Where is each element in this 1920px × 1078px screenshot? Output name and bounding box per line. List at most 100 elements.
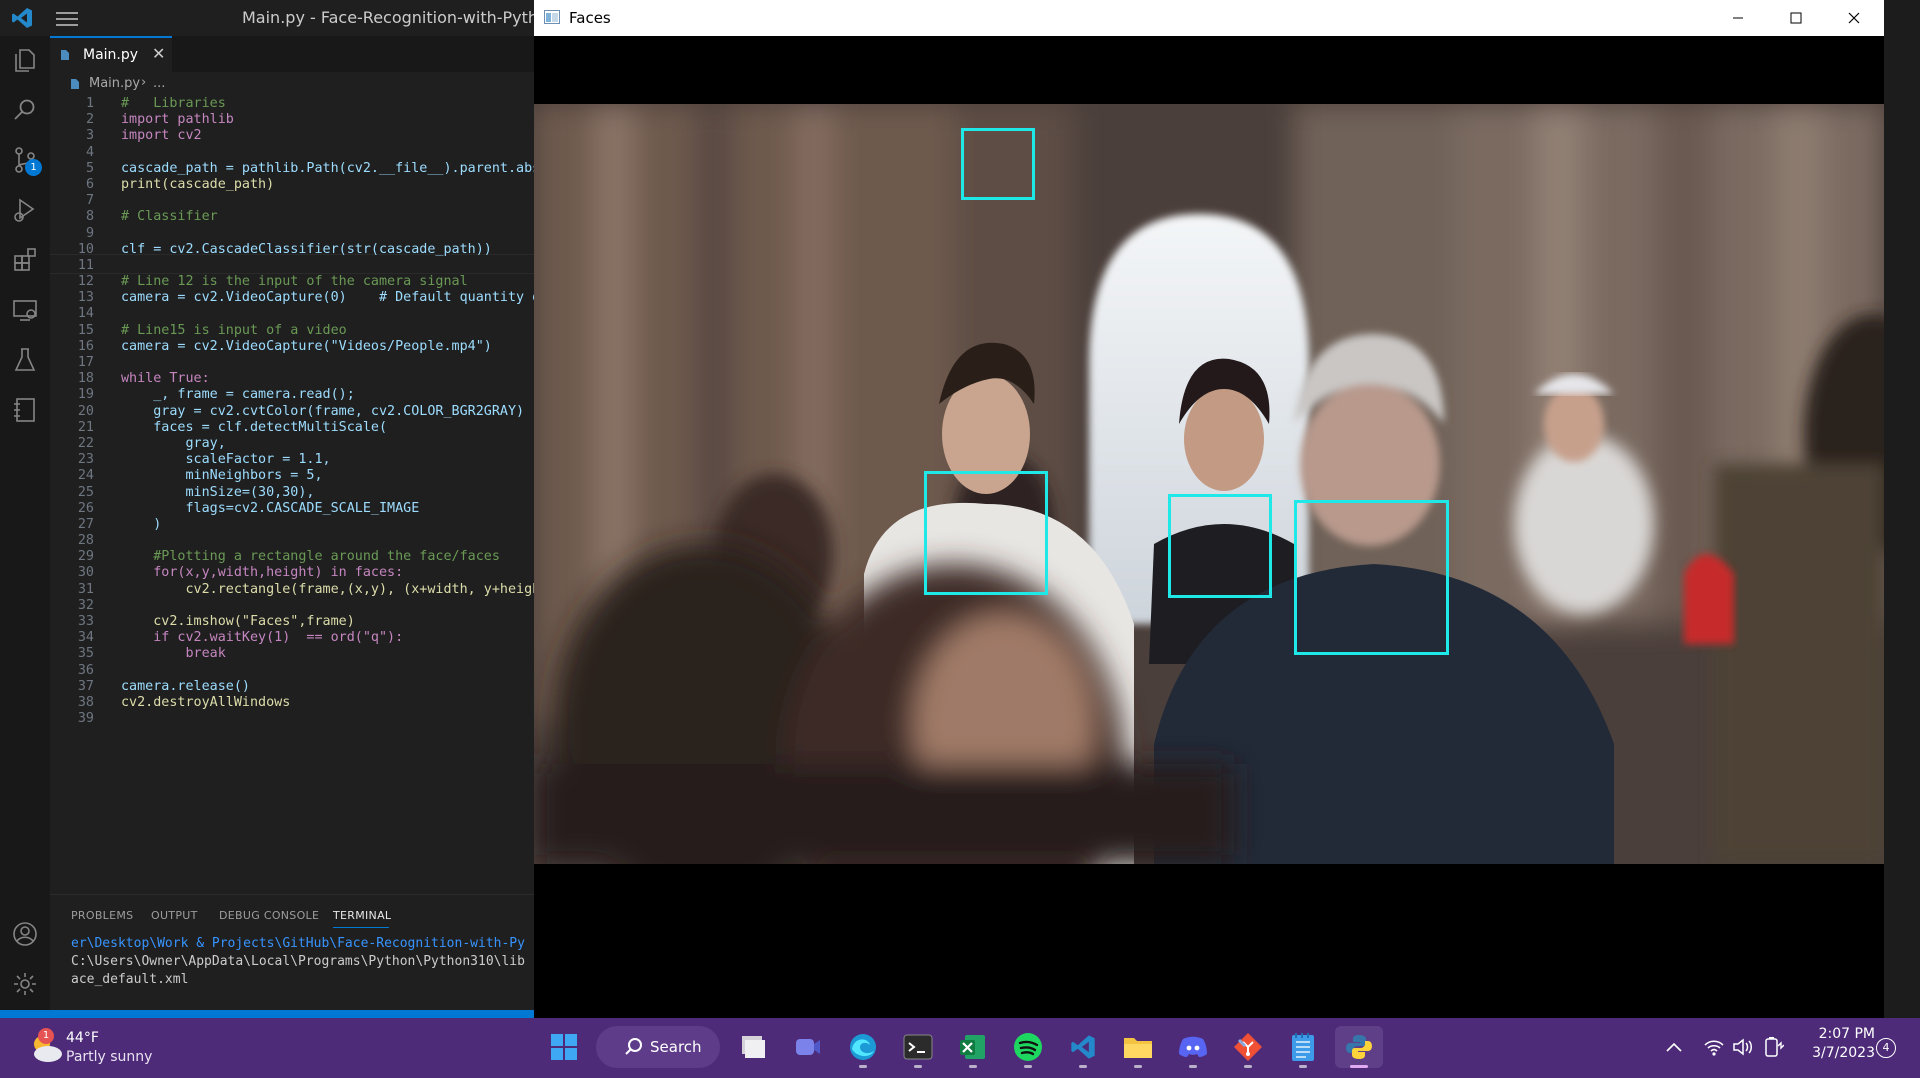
testing-icon[interactable] [11,346,39,374]
line-number: 7 [85,193,94,209]
maximize-button[interactable] [1773,0,1819,36]
code-line[interactable]: # Libraries [121,94,534,110]
volume-icon[interactable] [1732,1036,1754,1058]
battery-icon[interactable] [1762,1036,1785,1058]
code-line[interactable]: cascade_path = pathlib.Path(cv2.__file__… [121,159,534,175]
discord-icon[interactable] [1172,1026,1214,1068]
code-line[interactable] [121,304,534,320]
breadcrumb-file[interactable]: Main.py [89,76,140,91]
close-button[interactable] [1831,0,1877,36]
code-line[interactable]: cv2.rectangle(frame,(x,y), (x+width, y+h… [121,580,534,596]
code-line[interactable] [121,191,534,207]
line-number: 22 [77,435,94,451]
code-line[interactable] [121,256,534,272]
line-number: 18 [77,371,94,387]
line-number: 14 [77,306,94,322]
task-view-icon[interactable] [732,1026,774,1068]
code-line[interactable] [121,531,534,547]
remote-explorer-icon[interactable] [11,296,39,324]
code-line[interactable]: camera = cv2.VideoCapture("Videos/People… [121,337,534,353]
code-line[interactable]: print(cascade_path) [121,175,534,191]
account-icon[interactable] [11,920,39,948]
code-line[interactable]: flags=cv2.CASCADE_SCALE_IMAGE [121,499,534,515]
settings-gear-icon[interactable] [11,970,39,998]
code-line[interactable] [121,596,534,612]
code-line[interactable]: ) [121,515,534,531]
file-explorer-icon[interactable] [1117,1026,1159,1068]
line-number: 30 [77,565,94,581]
spotify-icon[interactable] [1007,1026,1049,1068]
code-line[interactable]: minSize=(30,30), [121,483,534,499]
active-indicator [1350,1065,1368,1068]
tab-problems[interactable]: PROBLEMS [71,909,133,922]
code-line[interactable]: minNeighbors = 5, [121,466,534,482]
terminal-icon[interactable] [897,1026,939,1068]
python-icon[interactable] [1335,1026,1383,1068]
vscode-logo-icon[interactable] [10,6,34,30]
code-line[interactable]: import cv2 [121,126,534,142]
wifi-icon[interactable] [1703,1036,1725,1058]
line-number: 25 [77,484,94,500]
tab-main-py[interactable]: Main.py ✕ [50,36,172,72]
code-line[interactable]: import pathlib [121,110,534,126]
code-line[interactable]: # Classifier [121,207,534,223]
code-line[interactable]: gray, [121,434,534,450]
running-indicator [969,1065,977,1068]
vscode-icon[interactable] [1062,1026,1104,1068]
search-box[interactable]: Search [596,1026,720,1068]
code-line[interactable]: scaleFactor = 1.1, [121,450,534,466]
extensions-icon[interactable] [11,246,39,274]
code-line[interactable]: clf = cv2.CascadeClassifier(str(cascade_… [121,240,534,256]
code-line[interactable]: while True: [121,369,534,385]
line-number: 28 [77,533,94,549]
code-line[interactable] [121,353,534,369]
weather-widget[interactable]: 1 44°F Partly sunny [20,1028,240,1070]
git-icon[interactable] [1227,1026,1269,1068]
code-line[interactable]: for(x,y,width,height) in faces: [121,563,534,579]
close-tab-icon[interactable]: ✕ [152,44,165,63]
code-line[interactable]: # Line 12 is the input of the camera sig… [121,272,534,288]
chevron-up-icon[interactable] [1664,1038,1684,1058]
menu-icon[interactable] [56,10,78,26]
code-line[interactable]: if cv2.waitKey(1) == ord("q"): [121,628,534,644]
code-editor[interactable]: 1 2 3 4 5 6 7 8 9 10 11 12 13 14 15 16 17 18 19 20 21 22 23 24 2… [50,94,534,914]
tab-label: Main.py [83,47,139,63]
excel-icon[interactable] [952,1026,994,1068]
code-line[interactable]: cv2.destroyAllWindows [121,693,534,709]
run-debug-icon[interactable] [11,196,39,224]
code-text[interactable]: # Libraries import pathlib import cv2 casca… [121,94,534,725]
terminal[interactable]: er\Desktop\Work & Projects\GitHub\Face-R… [71,936,534,996]
notepad-icon[interactable] [1282,1026,1324,1068]
code-line[interactable] [121,224,534,240]
clock[interactable]: 2:07 PM 3/7/2023 [1795,1026,1875,1061]
teams-icon[interactable] [787,1026,829,1068]
code-line[interactable] [121,709,534,725]
face-detection-box [1294,500,1449,655]
code-line[interactable]: camera.release() [121,677,534,693]
minimize-button[interactable] [1715,0,1761,36]
search-icon[interactable] [11,96,39,124]
code-line[interactable]: # Line15 is input of a video [121,321,534,337]
tab-debug-console[interactable]: DEBUG CONSOLE [219,909,319,922]
start-icon[interactable] [543,1026,585,1068]
line-number: 6 [85,176,94,192]
notebook-icon[interactable] [11,396,39,424]
edge-icon[interactable] [842,1026,884,1068]
code-line[interactable]: camera = cv2.VideoCapture(0) # Default q… [121,288,534,304]
tab-terminal[interactable]: TERMINAL [333,909,391,922]
code-line[interactable]: faces = clf.detectMultiScale( [121,418,534,434]
code-line[interactable] [121,143,534,159]
breadcrumb-rest[interactable]: ... [153,76,165,91]
tab-output[interactable]: OUTPUT [151,909,198,922]
code-line[interactable] [121,661,534,677]
code-line[interactable]: #Plotting a rectangle around the face/fa… [121,547,534,563]
line-number: 2 [85,112,94,128]
faces-titlebar: Faces [534,0,1884,36]
code-line[interactable]: break [121,644,534,660]
code-line[interactable]: _, frame = camera.read(); [121,385,534,401]
code-line[interactable]: cv2.imshow("Faces",frame) [121,612,534,628]
explorer-icon[interactable] [11,46,39,74]
notification-badge[interactable]: 4 [1876,1038,1896,1058]
code-line[interactable]: gray = cv2.cvtColor(frame, cv2.COLOR_BGR… [121,402,534,418]
running-indicator [1024,1065,1032,1068]
